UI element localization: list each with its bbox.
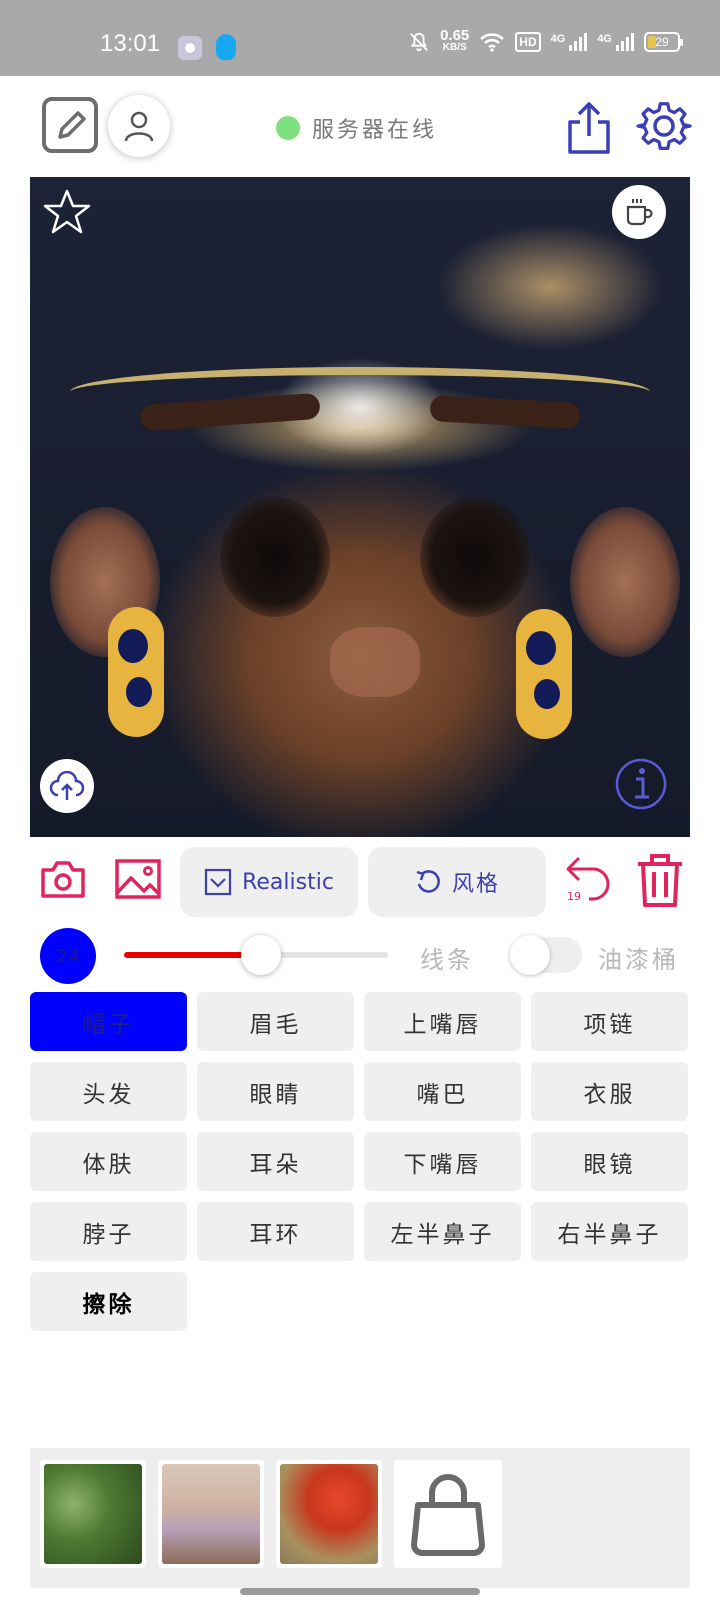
account-button[interactable] [108, 95, 170, 157]
server-status-text: 服务器在线 [312, 118, 438, 143]
style-thumbnail-3[interactable] [276, 1460, 382, 1568]
segment-label-button[interactable]: 眉毛 [197, 992, 354, 1051]
info-button[interactable] [614, 757, 668, 811]
mute-icon [408, 31, 430, 53]
image-icon [115, 859, 161, 899]
share-button[interactable] [564, 100, 614, 156]
settings-button[interactable] [636, 98, 692, 154]
segment-label-button[interactable]: 嘴巴 [364, 1062, 521, 1121]
left-earring [108, 607, 164, 737]
checkbox-icon [204, 868, 232, 896]
qq-notification-icon [216, 34, 236, 60]
shopping-bag-icon [411, 1474, 485, 1556]
wifi-icon [479, 32, 505, 52]
signal-sim1-icon: 4G [551, 33, 588, 51]
coffee-cup-icon [626, 199, 653, 226]
battery-level: 29 [655, 35, 669, 49]
segment-label-grid: 帽子 眉毛 上嘴唇 项链头发 眼睛 嘴巴 衣服体肤 耳朵 下嘴唇 眼镜脖子 耳环 左半鼻子 右半鼻子擦除 [30, 992, 690, 1331]
signal-sim2-icon: 4G [597, 33, 634, 51]
segment-label-button[interactable]: 上嘴唇 [364, 992, 521, 1051]
share-icon [568, 102, 610, 154]
info-icon [615, 758, 667, 810]
settings-icon [636, 102, 692, 150]
erase-label-button[interactable]: 擦除 [30, 1272, 187, 1331]
battery-icon: 29 [644, 32, 683, 52]
style-store-button[interactable] [394, 1460, 502, 1568]
gallery-button[interactable] [114, 858, 162, 900]
brush-size-slider[interactable] [124, 935, 388, 975]
status-time: 13:01 [100, 30, 161, 57]
style-thumbnail-1[interactable] [40, 1460, 146, 1568]
right-eye [420, 497, 530, 617]
coffee-button[interactable] [612, 185, 666, 239]
style-thumbnail-2[interactable] [158, 1460, 264, 1568]
segment-label-button[interactable]: 头发 [30, 1062, 187, 1121]
edit-button[interactable] [42, 97, 98, 153]
cloud-upload-icon [49, 771, 85, 800]
clear-button[interactable] [634, 852, 686, 908]
brush-size-indicator[interactable]: 24 [40, 928, 96, 984]
segment-label-button[interactable]: 眼镜 [531, 1132, 688, 1191]
segment-label-button[interactable]: 衣服 [531, 1062, 688, 1121]
favorite-button[interactable] [42, 187, 92, 237]
status-icons: 0.65 KB/S HD 4G 4G 29 [408, 27, 683, 54]
undo-count: 19 [567, 890, 581, 903]
camera-icon [41, 861, 85, 898]
nose [330, 627, 420, 697]
segment-label-button[interactable]: 下嘴唇 [364, 1132, 521, 1191]
mode-lines-label: 线条 [420, 946, 474, 974]
upload-button[interactable] [40, 759, 94, 813]
star-icon [43, 189, 91, 234]
realistic-button[interactable]: Realistic [180, 847, 358, 917]
camera-button[interactable] [40, 858, 86, 900]
server-status: 服务器在线 [276, 112, 437, 144]
realistic-label: Realistic [242, 869, 334, 895]
segment-label-button[interactable]: 眼睛 [197, 1062, 354, 1121]
home-indicator[interactable] [240, 1588, 480, 1595]
right-ear [570, 507, 680, 657]
segment-label-button[interactable]: 项链 [531, 992, 688, 1051]
edit-icon [58, 111, 86, 139]
right-earring [516, 609, 572, 739]
segment-label-button[interactable]: 耳朵 [197, 1132, 354, 1191]
hd-voice-icon: HD [515, 32, 541, 52]
trash-icon [638, 854, 682, 907]
segment-label-button[interactable]: 耳环 [197, 1202, 354, 1261]
segment-label-button[interactable]: 帽子 [30, 992, 187, 1051]
style-tray [30, 1448, 690, 1588]
user-icon [124, 111, 154, 142]
paint-bucket-toggle-knob [510, 935, 550, 975]
status-bar: 13:01 0.65 KB/S HD 4G 4G 29 [0, 0, 720, 76]
refresh-icon [416, 870, 440, 893]
style-button[interactable]: 风格 [368, 847, 546, 917]
mode-paint-bucket-label: 油漆桶 [598, 946, 679, 974]
app-notification-icon [178, 36, 202, 60]
paint-bucket-toggle[interactable] [510, 935, 582, 975]
segment-label-button[interactable]: 左半鼻子 [364, 1202, 521, 1261]
network-speed: 0.65 KB/S [440, 27, 470, 53]
drawing-canvas[interactable] [30, 177, 690, 837]
left-eye [220, 497, 330, 617]
segment-label-button[interactable]: 右半鼻子 [531, 1202, 688, 1261]
style-label: 风格 [451, 872, 500, 897]
segment-label-button[interactable]: 体肤 [30, 1132, 187, 1191]
segment-label-button[interactable]: 脖子 [30, 1202, 187, 1261]
brush-size-slider-thumb[interactable] [241, 935, 282, 975]
server-status-dot [276, 116, 300, 140]
